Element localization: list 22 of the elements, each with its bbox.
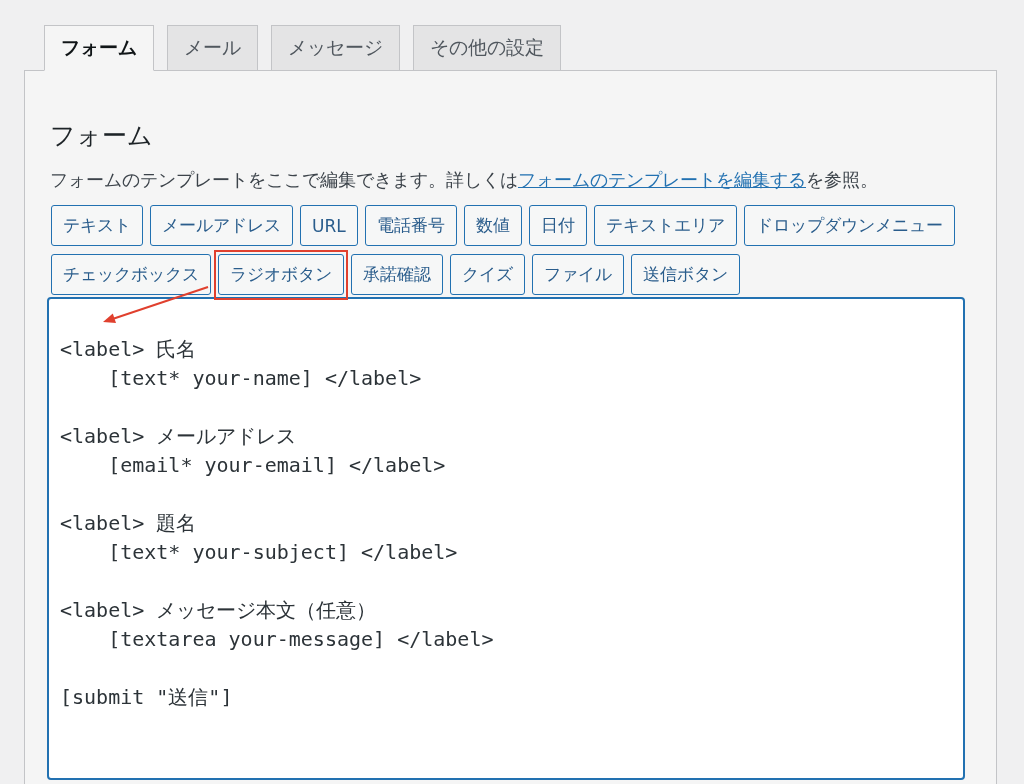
tag-button[interactable]: 電話番号 [364, 205, 457, 246]
help-link[interactable]: フォームのテンプレートを編集する [518, 169, 806, 190]
section-heading: フォーム [50, 120, 153, 152]
tag-button[interactable]: ファイル [532, 254, 624, 295]
tab[interactable]: フォーム [44, 25, 154, 71]
tag-button[interactable]: クイズ [450, 254, 525, 295]
template-field[interactable]: <label> 氏名 [text* your-name] </label> <label> メールアドレス [email* your-email] </label> <label> 題名 [text* your-subject] </label> <label> メッセージ本文（任意） [textarea your-message] </label> [submit "送信"] [47, 297, 965, 780]
tag-button[interactable]: ラジオボタン [218, 254, 344, 295]
tab[interactable]: メール [167, 25, 258, 71]
tag-button[interactable]: 承諾確認 [351, 254, 443, 295]
tag-button[interactable]: チェックボックス [51, 254, 211, 295]
tag-button[interactable]: テキスト [51, 205, 143, 246]
tab[interactable]: その他の設定 [413, 25, 561, 71]
tag-button[interactable]: 送信ボタン [631, 254, 740, 295]
tag-button[interactable]: 日付 [528, 205, 587, 246]
description-text: フォームのテンプレートをここで編集できます。詳しくはフォームのテンプレートを編集する を参照。 [50, 168, 878, 192]
tag-button[interactable]: ドロップダウンメニュー [743, 205, 955, 246]
tag-button[interactable]: メールアドレス [150, 205, 293, 246]
tag-button[interactable]: URL [300, 205, 358, 246]
tab[interactable]: メッセージ [271, 25, 400, 71]
tag-button[interactable]: 数値 [463, 205, 522, 246]
tag-button[interactable]: テキストエリア [593, 205, 737, 246]
